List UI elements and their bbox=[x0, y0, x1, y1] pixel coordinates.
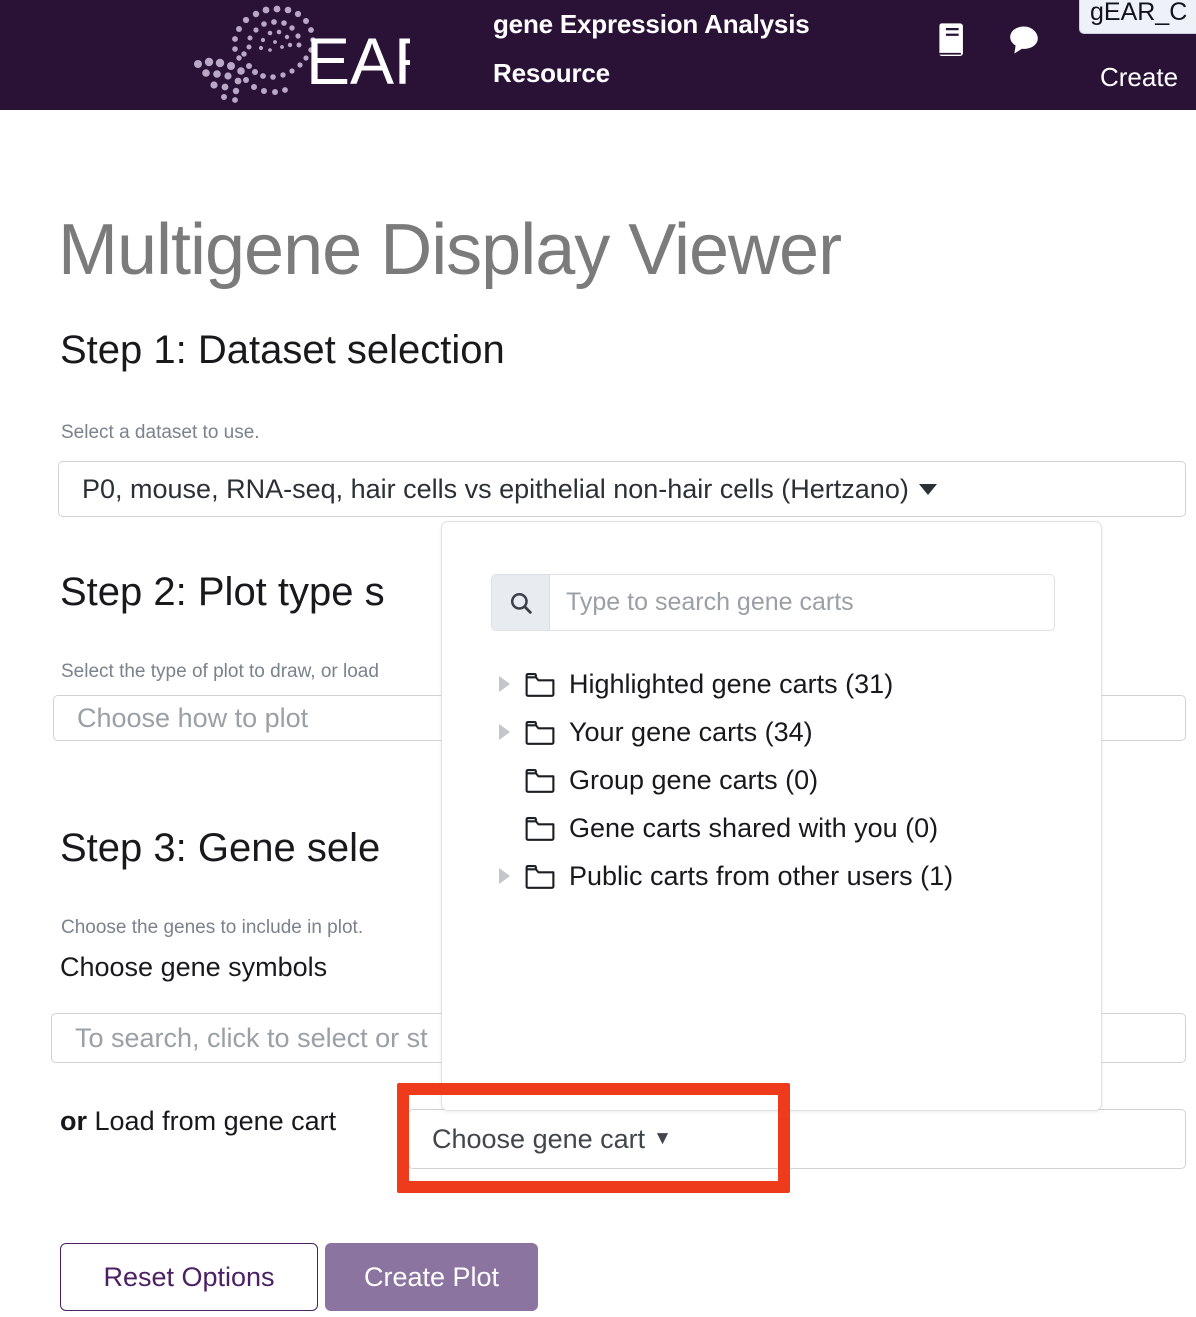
tree-item-public-carts-from-other-users[interactable]: Public carts from other users (1) bbox=[442, 852, 1101, 900]
expand-triangle-icon[interactable] bbox=[499, 724, 525, 740]
dataset-select-value: P0, mouse, RNA-seq, hair cells vs epithe… bbox=[82, 473, 909, 504]
search-icon bbox=[492, 575, 550, 630]
site-subtitle: gene Expression Analysis Resource bbox=[493, 9, 810, 88]
load-from-gene-cart-text: Load from gene cart bbox=[94, 1106, 337, 1136]
step-2-helper-text: Select the type of plot to draw, or load bbox=[61, 661, 379, 682]
step-2-heading: Step 2: Plot type s bbox=[60, 570, 385, 614]
header-create-link[interactable]: Create bbox=[1100, 62, 1178, 93]
choose-gene-symbols-label: Choose gene symbols bbox=[60, 952, 328, 982]
tree-item-label: Public carts from other users (1) bbox=[569, 860, 954, 891]
create-plot-button[interactable]: Create Plot bbox=[325, 1243, 538, 1311]
site-header: EAR gene Expression Analysis Resource gE… bbox=[0, 0, 1196, 110]
folder-icon bbox=[525, 768, 569, 793]
comment-bubble-icon[interactable] bbox=[1006, 22, 1042, 58]
dataset-select[interactable]: P0, mouse, RNA-seq, hair cells vs epithe… bbox=[58, 461, 1186, 517]
step-1-helper-text: Select a dataset to use. bbox=[61, 422, 260, 443]
tree-item-group-gene-carts[interactable]: Group gene carts (0) bbox=[442, 756, 1101, 804]
gene-cart-dropdown-panel: Highlighted gene carts (31) Your gene ca… bbox=[441, 521, 1102, 1111]
header-search-field[interactable]: gEAR_C bbox=[1079, 0, 1196, 34]
expand-triangle-icon[interactable] bbox=[499, 676, 525, 692]
gene-cart-select[interactable]: Choose gene cart ▼ bbox=[408, 1109, 1186, 1169]
book-icon[interactable] bbox=[936, 20, 970, 58]
chevron-down-icon: ▼ bbox=[653, 1128, 672, 1149]
svg-text:EAR: EAR bbox=[306, 24, 410, 98]
page-title: Multigene Display Viewer bbox=[58, 210, 842, 290]
tree-item-gene-carts-shared-with-you[interactable]: Gene carts shared with you (0) bbox=[442, 804, 1101, 852]
folder-icon bbox=[525, 816, 569, 841]
tree-item-highlighted-gene-carts[interactable]: Highlighted gene carts (31) bbox=[442, 660, 1101, 708]
folder-icon bbox=[525, 672, 569, 697]
gene-cart-search-input[interactable] bbox=[550, 575, 1054, 630]
step-1-heading: Step 1: Dataset selection bbox=[60, 328, 505, 372]
tree-item-label: Your gene carts (34) bbox=[569, 716, 813, 747]
load-from-gene-cart-label: or Load from gene cart bbox=[60, 1106, 336, 1137]
tree-item-your-gene-carts[interactable]: Your gene carts (34) bbox=[442, 708, 1101, 756]
gene-cart-search-group bbox=[491, 574, 1055, 631]
tree-item-label: Highlighted gene carts (31) bbox=[569, 668, 894, 699]
step-3-heading: Step 3: Gene sele bbox=[60, 826, 381, 870]
gear-logo[interactable]: EAR bbox=[178, 2, 410, 106]
reset-options-button[interactable]: Reset Options bbox=[60, 1243, 318, 1311]
folder-icon bbox=[525, 864, 569, 889]
chevron-down-icon bbox=[918, 483, 937, 495]
expand-triangle-icon[interactable] bbox=[499, 868, 525, 884]
gene-cart-tree: Highlighted gene carts (31) Your gene ca… bbox=[442, 660, 1101, 900]
tree-item-label: Gene carts shared with you (0) bbox=[569, 812, 939, 843]
step-3-helper-text: Choose the genes to include in plot. bbox=[61, 917, 364, 938]
tree-item-label: Group gene carts (0) bbox=[569, 764, 819, 795]
folder-icon bbox=[525, 720, 569, 745]
gene-cart-select-value: Choose gene cart bbox=[432, 1123, 646, 1154]
or-prefix: or bbox=[60, 1106, 87, 1136]
